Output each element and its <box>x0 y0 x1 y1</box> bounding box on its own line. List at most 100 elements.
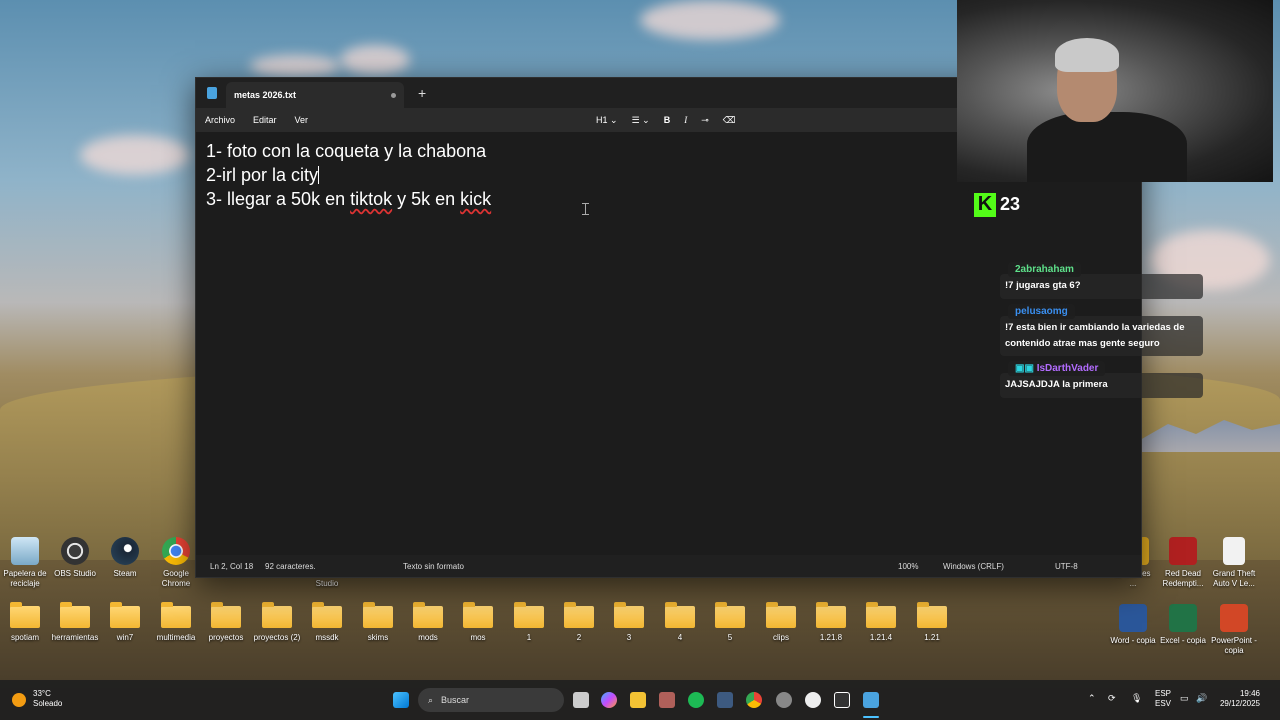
folder-icon <box>917 602 947 628</box>
chat-text: !7 jugaras gta 6? <box>1005 280 1081 291</box>
tab-metas-2026[interactable]: metas 2026.txt <box>226 82 404 108</box>
status-zoom[interactable]: 100% <box>898 562 918 571</box>
folder-icon <box>363 602 393 628</box>
gta-v-desktop-icon[interactable]: Grand Theft Auto V Le... <box>1207 537 1261 589</box>
list-dropdown[interactable]: ☰ ⌄ <box>632 115 650 126</box>
microphone-icon[interactable]: 🎙 <box>1131 693 1142 704</box>
app-icon[interactable] <box>717 692 733 708</box>
taskbar-search[interactable]: ⌕ Buscar <box>418 688 564 712</box>
unsaved-dot-icon[interactable] <box>391 92 396 98</box>
file-explorer-icon[interactable] <box>630 692 646 708</box>
folder-icon-item[interactable]: multimedia <box>149 602 203 643</box>
notepad-taskbar-icon[interactable] <box>863 692 879 708</box>
folder-icon <box>10 602 40 628</box>
italic-icon[interactable]: I <box>684 115 687 125</box>
folder-icon <box>614 602 644 628</box>
folder-icon-item[interactable]: 3 <box>602 602 656 643</box>
folder-icon-item[interactable]: win7 <box>98 602 152 643</box>
steam-desktop-icon[interactable]: Steam <box>98 537 152 579</box>
folder-icon <box>110 602 140 628</box>
folder-icon <box>211 602 241 628</box>
spellcheck-word: kick <box>460 189 492 209</box>
recycle-bin-icon <box>11 537 39 565</box>
photos-icon[interactable] <box>659 692 675 708</box>
folder-icon <box>766 602 796 628</box>
obs-icon <box>61 537 89 565</box>
weather-widget[interactable]: 33°C Soleado <box>33 689 62 709</box>
search-icon: ⌕ <box>428 694 434 705</box>
folder-icon <box>715 602 745 628</box>
chevron-down-icon: ⌄ <box>610 114 618 125</box>
folder-icon-item[interactable]: 2 <box>552 602 606 643</box>
red-dead-icon <box>1169 537 1197 565</box>
desktop-label-studio: Studio <box>315 579 339 588</box>
chat-text: !7 esta bien ir cambiando la variedas de… <box>1005 322 1185 349</box>
folder-icon-item[interactable]: 1.21.4 <box>854 602 908 643</box>
copilot-icon[interactable] <box>601 692 617 708</box>
new-tab-plus-icon[interactable]: + <box>418 85 426 101</box>
word-desktop-icon[interactable]: Word - copia <box>1106 604 1160 646</box>
sync-icon[interactable]: ⟳ <box>1108 693 1116 704</box>
clock[interactable]: 19:46 29/12/2025 <box>1218 689 1260 709</box>
excel-desktop-icon[interactable]: Excel - copia <box>1156 604 1210 646</box>
folder-icon-item[interactable]: herramientas <box>48 602 102 643</box>
folder-icon-item[interactable]: mods <box>401 602 455 643</box>
task-view-icon[interactable] <box>573 692 589 708</box>
capcut-icon[interactable] <box>834 692 850 708</box>
folder-icon <box>262 602 292 628</box>
excel-icon <box>1169 604 1197 632</box>
menu-archivo[interactable]: Archivo <box>205 115 235 125</box>
folder-icon-item[interactable]: proyectos <box>199 602 253 643</box>
folder-icon-item[interactable]: mssdk <box>300 602 354 643</box>
red-dead-desktop-icon[interactable]: Red Dead Redempti... <box>1156 537 1210 589</box>
kick-viewer-count: K 23 <box>968 188 1029 221</box>
chat-username: 2abrahaham <box>1008 262 1081 277</box>
link-icon[interactable]: ⊸ <box>701 115 709 126</box>
folder-icon-item[interactable]: 1.21 <box>905 602 959 643</box>
network-icon[interactable]: ▭ <box>1180 693 1189 704</box>
status-char-count: 92 caracteres. <box>265 562 316 571</box>
chevron-up-icon[interactable]: ⌃ <box>1088 693 1096 704</box>
folder-icon-item[interactable]: spotiam <box>0 602 52 643</box>
bold-icon[interactable]: B <box>664 115 671 125</box>
folder-icon <box>413 602 443 628</box>
obs-taskbar-icon[interactable] <box>776 692 792 708</box>
folder-icon-item[interactable]: mos <box>451 602 505 643</box>
media-player-icon[interactable] <box>805 692 821 708</box>
word-icon <box>1119 604 1147 632</box>
language-indicator[interactable]: ESP ESV <box>1155 689 1171 709</box>
folder-icon <box>866 602 896 628</box>
windows-start-icon[interactable] <box>393 692 409 708</box>
obs-desktop-icon[interactable]: OBS Studio <box>48 537 102 579</box>
folder-icon-item[interactable]: 4 <box>653 602 707 643</box>
folder-icon-item[interactable]: 5 <box>703 602 757 643</box>
heading-dropdown[interactable]: H1 ⌄ <box>596 115 618 126</box>
folder-icon-item[interactable]: clips <box>754 602 808 643</box>
chrome-taskbar-icon[interactable] <box>746 692 762 708</box>
recycle-bin-desktop-icon[interactable]: Papelera de reciclaje <box>0 537 52 589</box>
folder-icon-item[interactable]: proyectos (2) <box>250 602 304 643</box>
chat-message: 2abrahaham !7 jugaras gta 6? <box>1000 262 1203 299</box>
clear-formatting-icon[interactable]: ⌫ <box>723 115 736 126</box>
text-caret <box>318 166 320 184</box>
folder-icon <box>161 602 191 628</box>
format-toolbar: H1 ⌄ ☰ ⌄ B I ⊸ ⌫ <box>596 108 736 132</box>
notepad-app-icon <box>207 87 217 99</box>
folder-icon <box>564 602 594 628</box>
folder-icon-item[interactable]: skims <box>351 602 405 643</box>
list-icon: ☰ <box>631 114 640 125</box>
menu-editar[interactable]: Editar <box>253 115 277 125</box>
folder-icon <box>665 602 695 628</box>
chevron-down-icon: ⌄ <box>642 114 650 125</box>
sun-weather-icon[interactable] <box>12 693 26 707</box>
status-encoding: UTF-8 <box>1055 562 1078 571</box>
volume-icon[interactable]: 🔊 <box>1196 693 1207 704</box>
menu-ver[interactable]: Ver <box>295 115 309 125</box>
spotify-icon[interactable] <box>688 692 704 708</box>
folder-icon-item[interactable]: 1 <box>502 602 556 643</box>
folder-icon <box>312 602 342 628</box>
folder-icon-item[interactable]: 1.21.8 <box>804 602 858 643</box>
file-icon <box>1223 537 1245 565</box>
chat-username: ▣▣ IsDarthVader <box>1008 361 1106 376</box>
powerpoint-desktop-icon[interactable]: PowerPoint - copia <box>1207 604 1261 656</box>
